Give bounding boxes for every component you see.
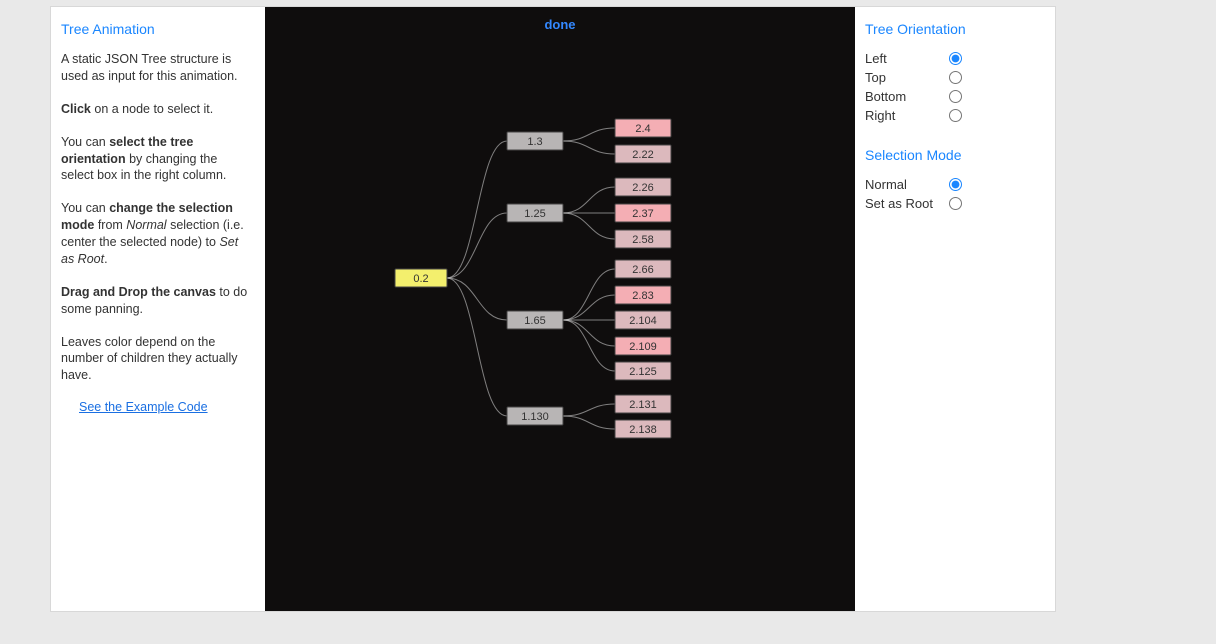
info-p5: Drag and Drop the canvas to do some pann… bbox=[61, 284, 249, 318]
tree-edge bbox=[563, 213, 615, 239]
tree-node-2.26[interactable]: 2.26 bbox=[615, 178, 671, 196]
orientation-label: Bottom bbox=[865, 89, 943, 104]
tree-node-2.125[interactable]: 2.125 bbox=[615, 362, 671, 380]
tree-edge bbox=[563, 187, 615, 213]
tree-node-2.109[interactable]: 2.109 bbox=[615, 337, 671, 355]
tree-edge bbox=[563, 141, 615, 154]
tree-node-2.131[interactable]: 2.131 bbox=[615, 395, 671, 413]
svg-text:2.4: 2.4 bbox=[635, 123, 650, 135]
info-panel: Tree Animation A static JSON Tree struct… bbox=[51, 7, 265, 611]
info-title: Tree Animation bbox=[61, 21, 249, 37]
tree-node-2.83[interactable]: 2.83 bbox=[615, 286, 671, 304]
tree-edge bbox=[563, 404, 615, 416]
selection-row-set-as-root: Set as Root bbox=[865, 196, 1045, 211]
tree-edge bbox=[563, 269, 615, 320]
app-frame: Tree Animation A static JSON Tree struct… bbox=[50, 6, 1056, 612]
controls-panel: Tree Orientation Left Top Bottom Right Sele… bbox=[855, 7, 1055, 611]
selection-label: Normal bbox=[865, 177, 943, 192]
canvas[interactable]: done 0.21.31.251.651.1302.42.222.262.372… bbox=[265, 7, 855, 611]
tree-svg[interactable]: 0.2 1.3 1.25 1.65 1.130 2.4 2.22 2.26 2.37 2.58 2.… bbox=[265, 7, 855, 611]
svg-text:2.109: 2.109 bbox=[629, 341, 657, 353]
info-p2: Click on a node to select it. bbox=[61, 101, 249, 118]
tree-edge bbox=[447, 141, 507, 278]
tree-edge bbox=[563, 128, 615, 141]
svg-text:0.2: 0.2 bbox=[413, 273, 428, 285]
example-code-link[interactable]: See the Example Code bbox=[79, 400, 249, 414]
tree-node-1.3[interactable]: 1.3 bbox=[507, 132, 563, 150]
selection-title: Selection Mode bbox=[865, 147, 1045, 163]
selection-row-normal: Normal bbox=[865, 177, 1045, 192]
orientation-radio-top[interactable] bbox=[949, 71, 962, 84]
orientation-title: Tree Orientation bbox=[865, 21, 1045, 37]
svg-text:2.125: 2.125 bbox=[629, 366, 657, 378]
orientation-label: Left bbox=[865, 51, 943, 66]
tree-node-2.138[interactable]: 2.138 bbox=[615, 420, 671, 438]
orientation-row-right: Right bbox=[865, 108, 1045, 123]
svg-text:1.3: 1.3 bbox=[527, 136, 542, 148]
orientation-label: Right bbox=[865, 108, 943, 123]
tree-edge bbox=[563, 320, 615, 346]
selection-radio-normal[interactable] bbox=[949, 178, 962, 191]
tree-node-1.25[interactable]: 1.25 bbox=[507, 204, 563, 222]
tree-node-1.130[interactable]: 1.130 bbox=[507, 407, 563, 425]
info-p6: Leaves color depend on the number of chi… bbox=[61, 334, 249, 385]
orientation-row-top: Top bbox=[865, 70, 1045, 85]
svg-text:2.104: 2.104 bbox=[629, 315, 657, 327]
svg-text:2.83: 2.83 bbox=[632, 290, 653, 302]
info-p4: You can change the selection mode from N… bbox=[61, 200, 249, 268]
info-p1: A static JSON Tree structure is used as … bbox=[61, 51, 249, 85]
svg-text:2.131: 2.131 bbox=[629, 399, 657, 411]
selection-radio-set-as-root[interactable] bbox=[949, 197, 962, 210]
tree-edge bbox=[447, 213, 507, 278]
tree-node-1.65[interactable]: 1.65 bbox=[507, 311, 563, 329]
info-p3: You can select the tree orientation by c… bbox=[61, 134, 249, 185]
tree-edge bbox=[563, 416, 615, 429]
svg-text:1.65: 1.65 bbox=[524, 315, 545, 327]
tree-node-2.104[interactable]: 2.104 bbox=[615, 311, 671, 329]
orientation-row-bottom: Bottom bbox=[865, 89, 1045, 104]
tree-edge bbox=[447, 278, 507, 320]
orientation-radio-right[interactable] bbox=[949, 109, 962, 122]
tree-node-2.58[interactable]: 2.58 bbox=[615, 230, 671, 248]
selection-label: Set as Root bbox=[865, 196, 943, 211]
orientation-row-left: Left bbox=[865, 51, 1045, 66]
tree-node-2.4[interactable]: 2.4 bbox=[615, 119, 671, 137]
tree-node-0.2[interactable]: 0.2 bbox=[395, 269, 447, 287]
svg-text:1.130: 1.130 bbox=[521, 411, 549, 423]
svg-text:2.138: 2.138 bbox=[629, 424, 657, 436]
svg-text:2.26: 2.26 bbox=[632, 182, 653, 194]
tree-edge bbox=[563, 295, 615, 320]
orientation-radio-left[interactable] bbox=[949, 52, 962, 65]
svg-text:2.66: 2.66 bbox=[632, 264, 653, 276]
svg-text:1.25: 1.25 bbox=[524, 208, 545, 220]
tree-node-2.66[interactable]: 2.66 bbox=[615, 260, 671, 278]
tree-node-2.22[interactable]: 2.22 bbox=[615, 145, 671, 163]
svg-text:2.37: 2.37 bbox=[632, 208, 653, 220]
orientation-radio-bottom[interactable] bbox=[949, 90, 962, 103]
tree-node-2.37[interactable]: 2.37 bbox=[615, 204, 671, 222]
svg-text:2.22: 2.22 bbox=[632, 149, 653, 161]
orientation-label: Top bbox=[865, 70, 943, 85]
svg-text:2.58: 2.58 bbox=[632, 234, 653, 246]
